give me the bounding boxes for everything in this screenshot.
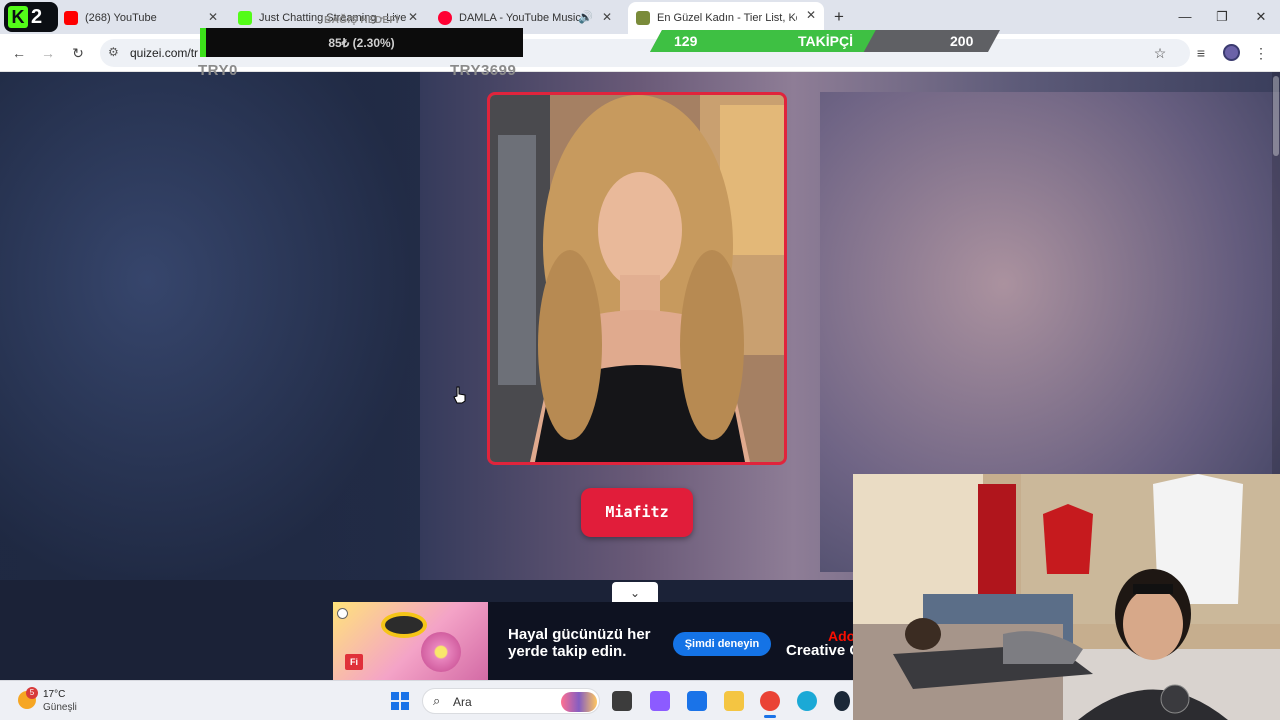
media-control-icon[interactable]: ≡	[1192, 44, 1210, 62]
kick-logo: K 2	[4, 2, 58, 32]
speaker-icon[interactable]: 🔊	[578, 10, 593, 24]
follower-target: 200	[950, 33, 974, 49]
menu-dots-icon[interactable]: ⋮	[1252, 44, 1270, 62]
bee-illustration	[381, 612, 427, 638]
kick-counter: 2	[31, 5, 43, 28]
quizei-icon	[636, 11, 650, 25]
steam-icon[interactable]	[834, 691, 850, 711]
ad-brand-name: Creative C	[786, 642, 853, 659]
webcam-feed	[853, 474, 1280, 720]
search-highlight-icon	[561, 692, 597, 712]
search-icon: ⌕	[433, 693, 441, 708]
task-view-icon[interactable]	[612, 691, 632, 711]
close-window-icon[interactable]: ✕	[1252, 8, 1270, 26]
weather-badge: 5	[26, 687, 38, 699]
forward-icon[interactable]: →	[39, 44, 57, 62]
reload-icon[interactable]: ↻	[69, 44, 87, 62]
start-tile	[391, 702, 399, 710]
start-tile	[401, 692, 409, 700]
kick-k-icon: K	[8, 6, 28, 28]
chevron-down-icon: ⌄	[629, 586, 641, 600]
follower-goal-bar: 129 TAKİPÇİ 200	[650, 30, 1000, 52]
follower-current: 129	[674, 33, 698, 49]
restore-icon[interactable]: ❐	[1213, 8, 1231, 26]
back-icon[interactable]: ←	[10, 44, 28, 62]
ad-info-icon[interactable]	[337, 608, 348, 619]
store-icon[interactable]	[687, 691, 707, 711]
adobe-banner-ad[interactable]: Fi Hayal gücünüzü her yerde takip edin. …	[333, 602, 853, 680]
tab-title: En Güzel Kadın - Tier List, Kör S	[657, 12, 797, 24]
follower-label: TAKİPÇİ	[798, 33, 853, 49]
goal-amount: 85₺ (2.30%)	[328, 36, 395, 50]
browser-tabstrip: (268) YouTube ✕ Just Chatting Streaming …	[0, 0, 1280, 34]
browser-toolbar: ← → ↻ ⚙ quizei.com/tr ☆ ≡ ⋮	[0, 34, 1280, 72]
ad-collapse-button[interactable]: ⌄	[612, 582, 658, 604]
screen: (268) YouTube ✕ Just Chatting Streaming …	[0, 0, 1280, 720]
address-url: quizei.com/tr	[130, 46, 199, 60]
ad-headline: Hayal gücünüzü her yerde takip edin.	[508, 626, 651, 660]
start-tile	[391, 692, 399, 700]
ad-brand-mark: Ado	[828, 628, 853, 644]
background-blur-left	[0, 72, 420, 592]
chrome-icon[interactable]	[760, 691, 780, 718]
profile-avatar[interactable]	[1223, 44, 1240, 61]
tab-quizei[interactable]: En Güzel Kadın - Tier List, Kör S ✕	[628, 2, 824, 34]
taskbar-search[interactable]: ⌕ Ara	[422, 688, 600, 714]
site-info-icon[interactable]: ⚙	[108, 45, 119, 59]
ad-cta-button[interactable]: Şimdi deneyin	[673, 632, 771, 656]
copilot-icon[interactable]	[650, 691, 670, 711]
contestant-name-button[interactable]: Miafitz	[581, 488, 693, 537]
hand-cursor-icon	[453, 386, 466, 404]
goal-title: BAĞIŞ HEDEFİ	[324, 15, 399, 26]
edge-icon[interactable]	[797, 691, 817, 711]
scrollbar-thumb[interactable]	[1273, 76, 1279, 156]
youtube-icon	[64, 11, 78, 25]
goal-min-label: TRY0	[198, 62, 238, 79]
close-icon[interactable]: ✕	[600, 10, 614, 24]
fresco-badge: Fi	[345, 654, 363, 670]
start-tile	[401, 702, 409, 710]
streamer-webcam	[853, 474, 1280, 720]
tab-title: (268) YouTube	[85, 12, 157, 24]
flower-illustration	[421, 632, 461, 672]
minimize-icon[interactable]: —	[1176, 8, 1194, 26]
weather-condition: Güneşli	[43, 702, 77, 713]
file-explorer-icon[interactable]	[724, 691, 744, 711]
close-icon[interactable]: ✕	[804, 8, 818, 22]
windows-start-button[interactable]	[391, 692, 409, 710]
search-placeholder: Ara	[453, 695, 472, 709]
weather-temperature: 17°C	[43, 689, 66, 700]
donation-goal-bar: BAĞIŞ HEDEFİ 85₺ (2.30%)	[200, 15, 523, 57]
windows-taskbar: 5 17°C Güneşli ⌕ Ara	[0, 680, 853, 720]
bookmark-star-icon[interactable]: ☆	[1151, 44, 1169, 62]
contestant-card[interactable]	[487, 92, 787, 465]
goal-max-label: TRY3699	[450, 62, 517, 79]
contestant-photo	[490, 95, 784, 462]
new-tab-button[interactable]: +	[830, 8, 848, 26]
